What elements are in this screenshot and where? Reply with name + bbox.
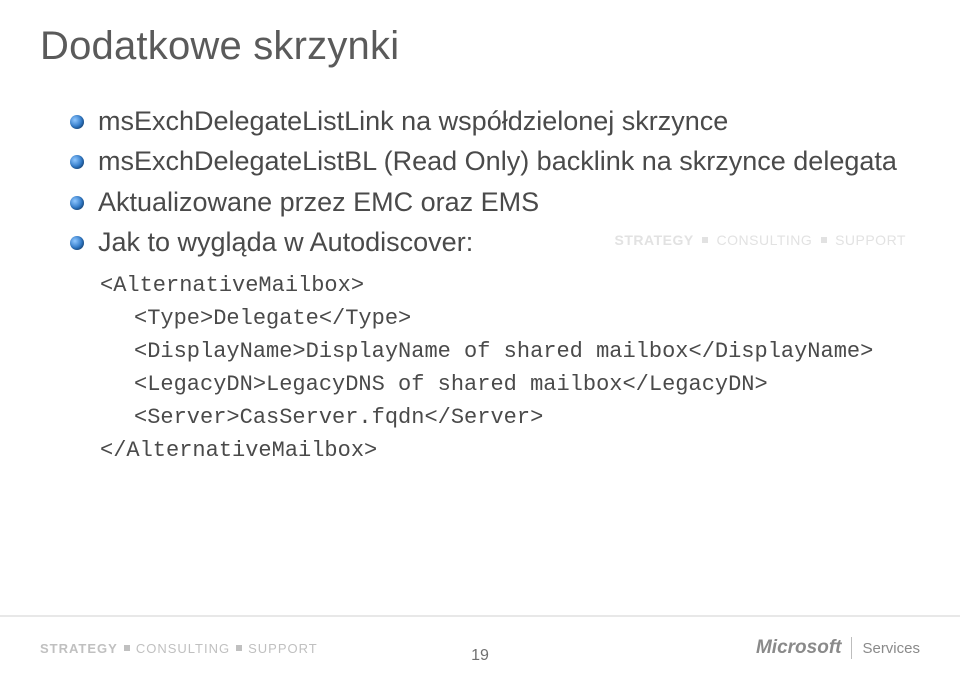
- code-line: </AlternativeMailbox>: [100, 434, 920, 467]
- footer: STRATEGY CONSULTING SUPPORT Microsoft Se…: [0, 615, 960, 679]
- bullet-text: msExchDelegateListLink na współdzielonej…: [98, 103, 728, 139]
- page-number: 19: [471, 647, 489, 665]
- list-item: msExchDelegateListLink na współdzielonej…: [70, 103, 920, 139]
- bullet-text: Aktualizowane przez EMC oraz EMS: [98, 184, 539, 220]
- list-item: Aktualizowane przez EMC oraz EMS: [70, 184, 920, 220]
- footer-left: STRATEGY CONSULTING SUPPORT: [40, 641, 318, 656]
- bullet-text: msExchDelegateListBL (Read Only) backlin…: [98, 143, 897, 179]
- code-line: <DisplayName>DisplayName of shared mailb…: [100, 335, 920, 368]
- footer-word: SUPPORT: [248, 641, 318, 656]
- bullet-icon: [70, 155, 84, 169]
- services-label: Services: [862, 640, 920, 657]
- footer-word: STRATEGY: [40, 641, 118, 656]
- footer-word: CONSULTING: [136, 641, 230, 656]
- code-line: <Type>Delegate</Type>: [100, 302, 920, 335]
- bullet-list: msExchDelegateListLink na współdzielonej…: [40, 103, 920, 261]
- list-item: msExchDelegateListBL (Read Only) backlin…: [70, 143, 920, 179]
- page-title: Dodatkowe skrzynki: [40, 24, 920, 69]
- code-line: <LegacyDN>LegacyDNS of shared mailbox</L…: [100, 368, 920, 401]
- footer-right-logo: Microsoft Services: [756, 637, 920, 659]
- code-line: <Server>CasServer.fqdn</Server>: [100, 401, 920, 434]
- microsoft-logo: Microsoft: [756, 637, 842, 659]
- square-icon: [124, 645, 130, 651]
- list-item: Jak to wygląda w Autodiscover:: [70, 224, 920, 260]
- code-block: <AlternativeMailbox> <Type>Delegate</Typ…: [40, 269, 920, 467]
- bullet-text: Jak to wygląda w Autodiscover:: [98, 224, 473, 260]
- bullet-icon: [70, 115, 84, 129]
- slide: Dodatkowe skrzynki msExchDelegateListLin…: [0, 0, 960, 679]
- bullet-icon: [70, 236, 84, 250]
- divider-icon: [851, 637, 852, 659]
- square-icon: [236, 645, 242, 651]
- code-line: <AlternativeMailbox>: [100, 269, 920, 302]
- bullet-icon: [70, 196, 84, 210]
